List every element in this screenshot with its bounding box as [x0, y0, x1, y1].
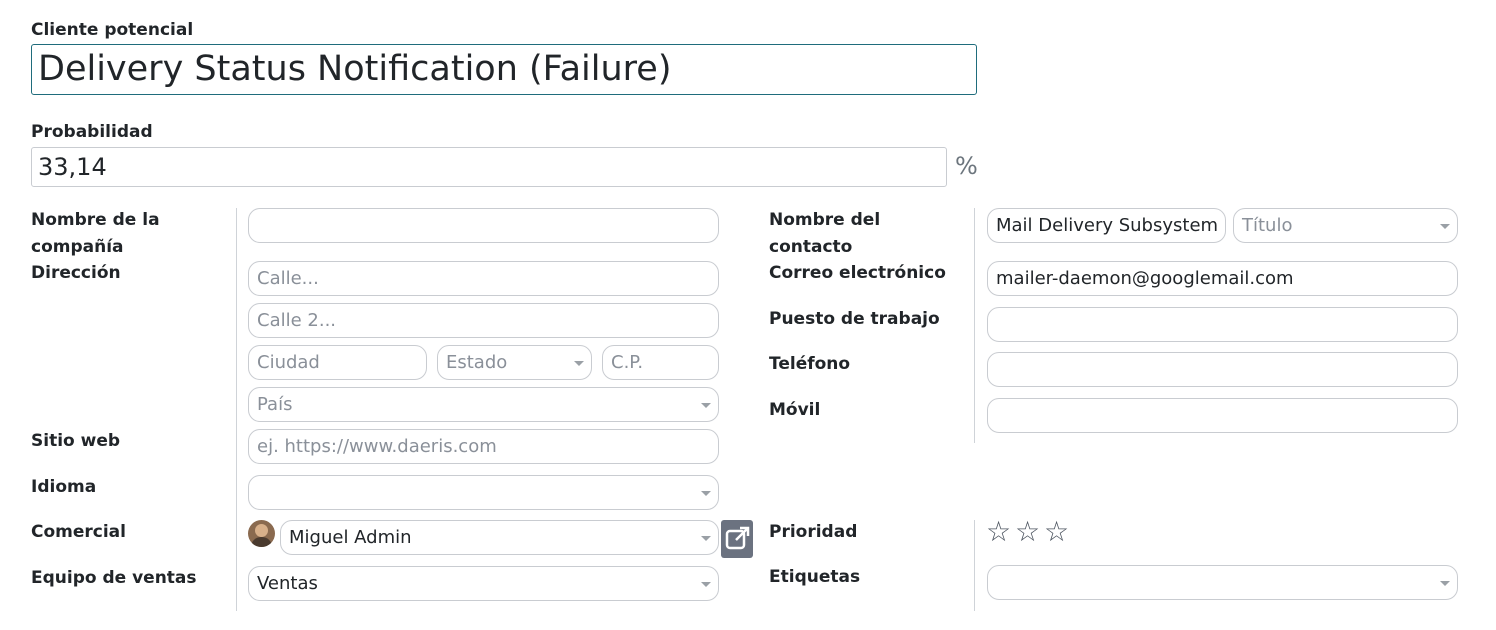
external-link-icon	[725, 526, 750, 550]
priority-label: Prioridad	[769, 522, 858, 542]
caret-down-icon	[701, 582, 711, 587]
sales-team-label: Equipo de ventas	[31, 568, 197, 588]
caret-down-icon	[701, 403, 711, 408]
city-input[interactable]: Ciudad	[248, 345, 427, 380]
probability-value: 33,14	[38, 153, 107, 181]
email-input[interactable]: mailer-daemon@googlemail.com	[987, 261, 1458, 296]
probability-input[interactable]: 33,14	[31, 147, 947, 187]
mobile-label: Móvil	[769, 400, 821, 420]
company-input[interactable]	[248, 208, 719, 243]
website-label: Sitio web	[31, 431, 121, 451]
state-select[interactable]: Estado	[437, 345, 592, 380]
lead-name-text: Delivery Status Notification (Failure)	[38, 49, 672, 89]
probability-label: Probabilidad	[31, 122, 153, 142]
country-select[interactable]: País	[248, 387, 719, 422]
star-outline-icon[interactable]: ☆	[1015, 518, 1040, 546]
tags-select[interactable]	[987, 565, 1458, 600]
phone-input[interactable]	[987, 352, 1458, 387]
star-outline-icon[interactable]: ☆	[1044, 518, 1069, 546]
salesperson-value: Miguel Admin	[289, 527, 412, 548]
percent-sign: %	[955, 152, 978, 180]
caret-down-icon	[1440, 224, 1450, 229]
company-label: Nombre de la compañía	[31, 210, 160, 257]
contact-name-input[interactable]: Mail Delivery Subsystem	[987, 208, 1226, 243]
language-label: Idioma	[31, 477, 97, 497]
caret-down-icon	[701, 491, 711, 496]
user-avatar	[248, 520, 275, 547]
street-input[interactable]: Calle...	[248, 261, 719, 296]
salesperson-select[interactable]: Miguel Admin	[280, 520, 719, 555]
contact-name-label: Nombre del contacto	[769, 210, 881, 257]
website-input[interactable]: ej. https://www.daeris.com	[248, 429, 719, 464]
title-placeholder: Título	[1242, 215, 1293, 236]
country-placeholder: País	[257, 394, 293, 415]
left-group-separator	[236, 208, 237, 611]
salesperson-label: Comercial	[31, 522, 126, 542]
star-outline-icon[interactable]: ☆	[986, 518, 1011, 546]
phone-label: Teléfono	[769, 354, 851, 374]
mobile-input[interactable]	[987, 398, 1458, 433]
right-group-separator-top	[974, 208, 975, 443]
caret-down-icon	[701, 536, 711, 541]
zip-input[interactable]: C.P.	[602, 345, 719, 380]
title-select[interactable]: Título	[1233, 208, 1458, 243]
caret-down-icon	[1440, 581, 1450, 586]
lead-name-input[interactable]: Delivery Status Notification (Failure)	[31, 44, 977, 95]
email-label: Correo electrónico	[769, 263, 946, 283]
lead-label: Cliente potencial	[31, 20, 194, 40]
address-label: Dirección	[31, 263, 121, 283]
external-link-button[interactable]	[721, 520, 753, 558]
caret-down-icon	[574, 361, 584, 366]
language-select[interactable]	[248, 475, 719, 510]
sales-team-value: Ventas	[257, 573, 318, 594]
street2-input[interactable]: Calle 2...	[248, 303, 719, 338]
state-placeholder: Estado	[446, 352, 508, 373]
job-position-input[interactable]	[987, 307, 1458, 342]
job-position-label: Puesto de trabajo	[769, 309, 940, 329]
right-group-separator-bottom	[974, 520, 975, 611]
tags-label: Etiquetas	[769, 567, 861, 587]
sales-team-select[interactable]: Ventas	[248, 566, 719, 601]
